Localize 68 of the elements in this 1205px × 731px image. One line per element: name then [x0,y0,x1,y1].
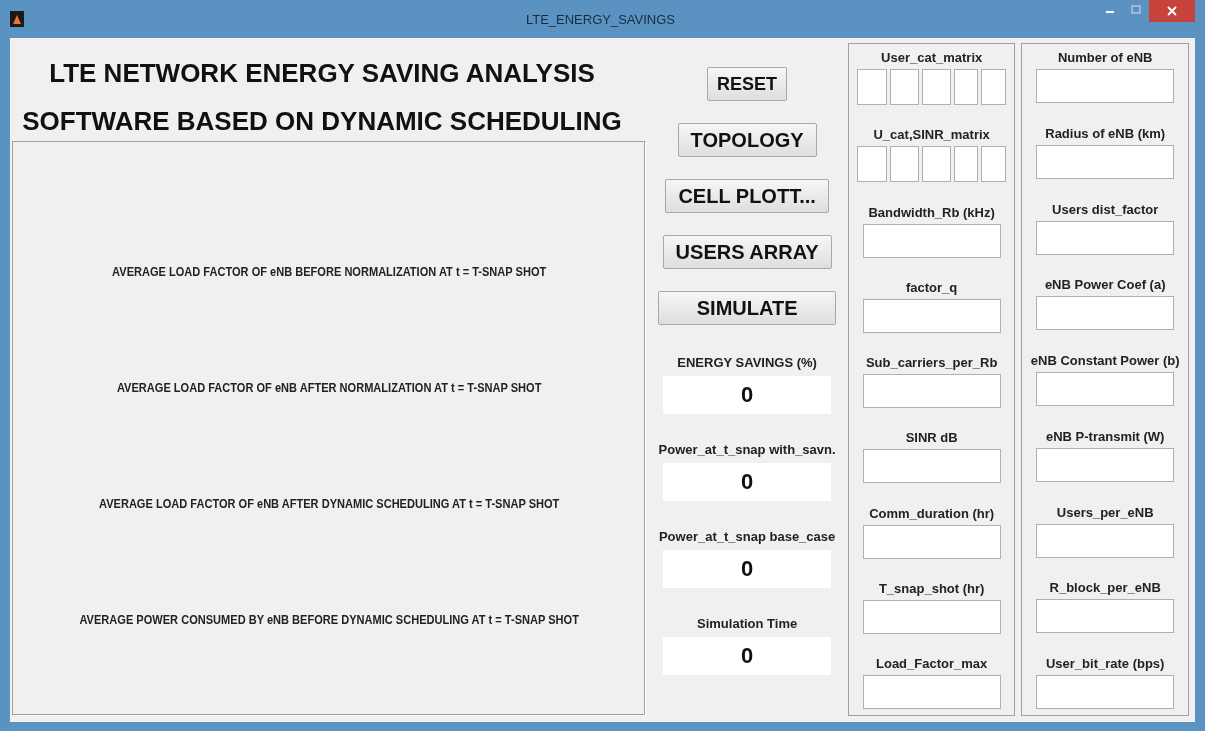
input-field[interactable] [862,449,1001,484]
input-field[interactable] [1036,372,1175,406]
result-label: AVERAGE LOAD FACTOR OF eNB BEFORE NORMALIZATION AT t = T-SNAP SHOT [111,264,548,279]
field-label: Radius of eNB (km) [1045,125,1166,141]
field-label: R_block_per_eNB [1049,580,1161,596]
output-label: Power_at_t_snap with_savn. [658,442,836,457]
output-label: Simulation Time [697,616,798,631]
matrix-cell-input[interactable] [922,146,952,183]
matrix-cell-input[interactable] [922,69,952,105]
matrix-cell-input[interactable] [954,69,979,105]
action-button[interactable]: USERS ARRAY [662,235,832,269]
field-label: Load_Factor_max [876,656,988,671]
matrix-cell-input[interactable] [857,69,888,105]
action-button[interactable]: TOPOLOGY [677,123,817,157]
field-label: Users_per_eNB [1056,504,1154,520]
field-label: eNB P-transmit (W) [1045,428,1165,444]
result-label: AVERAGE LOAD FACTOR OF eNB AFTER NORMALIZATION AT t = T-SNAP SHOT [115,380,543,395]
window-title: LTE_ENERGY_SAVINGS [524,11,677,27]
input-field[interactable] [1036,296,1175,331]
matrix-cell-input[interactable] [981,69,1007,105]
action-button[interactable]: RESET [707,67,788,101]
input-field[interactable] [1036,599,1175,634]
result-label: AVERAGE POWER CONSUMED BY eNB BEFORE DYNAMIC SCHEDULING AT t = T-SNAP SHOT [78,612,580,627]
field-label: Bandwidth_Rb (kHz) [868,204,995,220]
app-icon [10,11,24,27]
input-field[interactable] [862,524,1001,559]
input-field[interactable] [1036,447,1175,482]
close-icon [1167,6,1177,16]
output-label: ENERGY SAVINGS (%) [677,355,817,370]
input-field[interactable] [862,298,1001,333]
field-label: Sub_carriers_per_Rb [865,355,998,370]
output-value: 0 [663,376,832,414]
matrix-cell-input[interactable] [954,146,979,183]
app-heading: SOFTWARE BASED ON DYNAMIC SCHEDULING [21,105,623,138]
input-field[interactable] [862,223,1001,258]
input-field[interactable] [1036,675,1175,709]
field-label: eNB Power Coef (a) [1044,277,1166,293]
matrix-cell-input[interactable] [981,146,1007,183]
field-label: eNB Constant Power (b) [1030,353,1180,368]
close-button[interactable] [1149,0,1195,22]
input-field[interactable] [1036,220,1175,255]
field-label: T_snap_shot (hr) [878,580,985,596]
action-button[interactable]: SIMULATE [657,291,837,325]
output-value: 0 [663,637,832,675]
field-label: Comm_duration (hr) [869,505,995,521]
field-label: Number of eNB [1057,50,1153,65]
output-value: 0 [663,550,832,588]
field-label: U_cat,SINR_matrix [873,127,990,143]
field-label: User_cat_matrix [881,50,983,65]
input-field[interactable] [1036,69,1175,103]
maximize-icon[interactable] [1131,5,1141,15]
input-field[interactable] [1036,523,1175,558]
result-label: AVERAGE LOAD FACTOR OF eNB AFTER DYNAMIC SCHEDULING AT t = T-SNAP SHOT [98,496,561,511]
action-button[interactable]: CELL PLOTT... [665,179,829,213]
output-value: 0 [663,463,832,501]
field-label: User_bit_rate (bps) [1045,656,1165,671]
output-label: Power_at_t_snap base_case [658,529,836,544]
matrix-cell-input[interactable] [857,146,888,183]
matrix-cell-input[interactable] [890,146,920,183]
input-field[interactable] [862,599,1001,634]
input-field[interactable] [862,675,1001,709]
field-label: factor_q [906,279,958,295]
app-heading: LTE NETWORK ENERGY SAVING ANALYSIS [48,57,596,90]
input-field[interactable] [862,374,1001,408]
matrix-cell-input[interactable] [890,69,920,105]
input-field[interactable] [1036,144,1175,179]
field-label: SINR dB [905,430,958,446]
field-label: Users dist_factor [1052,201,1159,217]
